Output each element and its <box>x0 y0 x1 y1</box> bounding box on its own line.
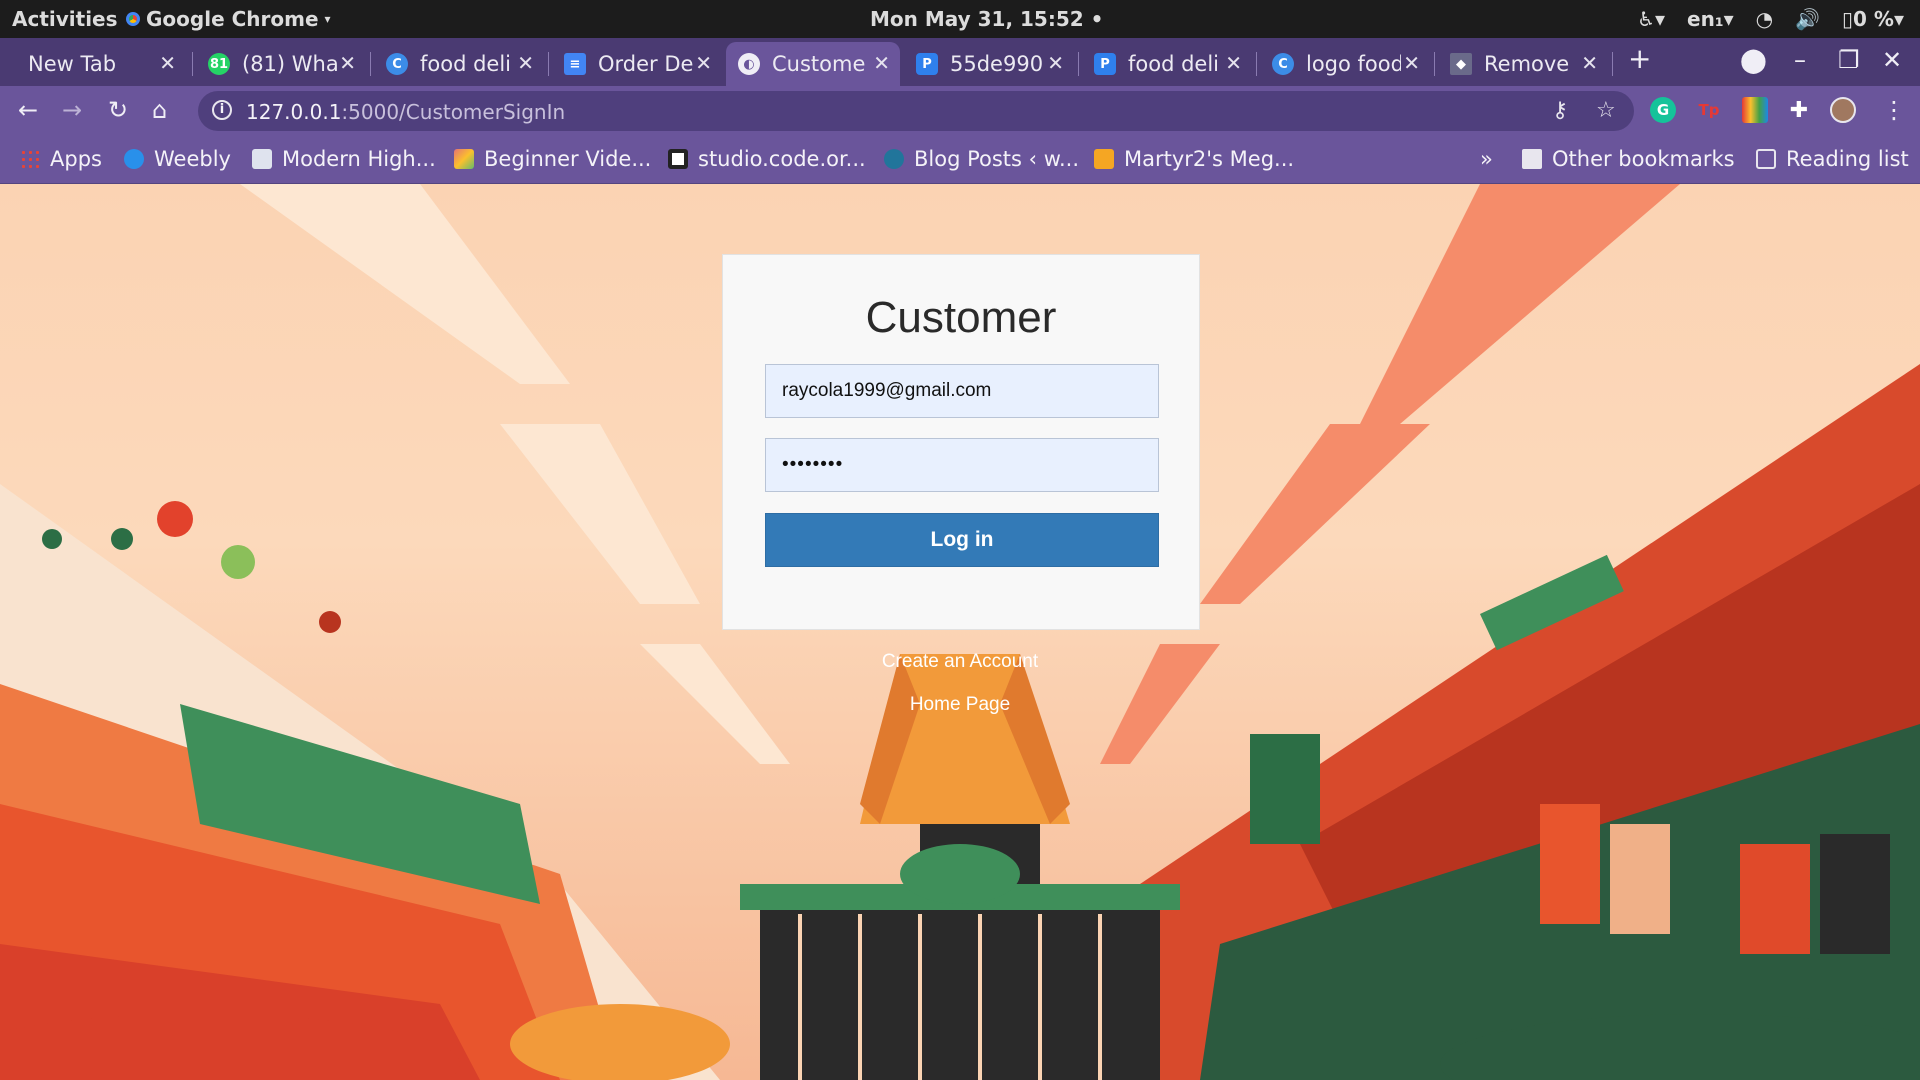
docs-icon: ≡ <box>564 53 586 75</box>
profile-avatar[interactable] <box>1830 97 1856 123</box>
close-icon[interactable]: ✕ <box>695 51 712 75</box>
apps-grid-icon <box>20 149 40 169</box>
activities-button[interactable]: Activities <box>12 7 118 31</box>
clock[interactable]: Mon May 31, 15:52 • <box>870 7 1103 31</box>
system-tray[interactable]: ♿▾ en₁▾ ◔ 🔊 ▯0 %▾ <box>1637 7 1904 31</box>
url-text[interactable]: 127.0.0.1:5000/CustomerSignIn <box>246 100 565 124</box>
close-icon[interactable]: ✕ <box>873 51 890 75</box>
tab-title: (81) What <box>242 52 337 76</box>
tab-food-delivery-p[interactable]: P food deli ✕ <box>1082 42 1252 86</box>
minimize-icon[interactable]: – <box>1794 46 1806 74</box>
tab-strip: New Tab ✕ 81 (81) What ✕ C food deli ✕ ≡… <box>0 38 1920 86</box>
reading-list[interactable]: Reading list <box>1756 147 1909 171</box>
canva-icon: C <box>386 53 408 75</box>
home-icon[interactable]: ⌂ <box>152 96 167 124</box>
address-bar[interactable]: i 127.0.0.1:5000/CustomerSignIn ⚷ ☆ <box>198 91 1634 131</box>
system-top-bar: Activities Google Chrome ▾ Mon May 31, 1… <box>0 0 1920 38</box>
close-icon[interactable]: ✕ <box>1047 51 1064 75</box>
extensions-puzzle-icon[interactable]: ✚ <box>1786 97 1812 123</box>
close-icon[interactable]: ✕ <box>1581 51 1598 75</box>
tab-order-doc[interactable]: ≡ Order De ✕ <box>552 42 722 86</box>
bookmark-martyr2[interactable]: Martyr2's Meg... <box>1094 147 1294 171</box>
tab-title: New Tab <box>28 52 117 76</box>
home-page-link[interactable]: Home Page <box>760 694 1160 716</box>
reading-list-icon <box>1756 149 1776 169</box>
whatsapp-icon: 81 <box>208 53 230 75</box>
tab-logo-food[interactable]: C logo food ✕ <box>1260 42 1430 86</box>
menu-kebab-icon[interactable]: ⋮ <box>1882 96 1906 124</box>
battery-status[interactable]: ▯0 %▾ <box>1842 7 1904 31</box>
maximize-icon[interactable]: ❐ <box>1838 46 1860 74</box>
app-name: Google Chrome <box>146 7 319 31</box>
bookmark-modern-high[interactable]: Modern High... <box>252 147 436 171</box>
tab-title: Order De <box>598 52 693 76</box>
other-bookmarks[interactable]: Other bookmarks <box>1522 147 1735 171</box>
info-icon[interactable]: i <box>212 100 232 120</box>
tab-title: food deli <box>1128 52 1220 76</box>
bookmark-beginner-video[interactable]: Beginner Vide... <box>454 147 651 171</box>
login-button[interactable]: Log in <box>765 513 1159 567</box>
bookmark-studio-code[interactable]: studio.code.or... <box>668 147 866 171</box>
chrome-icon <box>126 12 140 26</box>
tab-title: food deli <box>420 52 512 76</box>
tab-title: Custome <box>772 52 866 76</box>
close-icon[interactable]: ✕ <box>1403 51 1420 75</box>
tab-55de990[interactable]: P 55de990 ✕ <box>904 42 1074 86</box>
create-account-link[interactable]: Create an Account <box>760 651 1160 673</box>
close-icon[interactable]: ✕ <box>159 51 176 75</box>
page-title: Customer <box>865 293 1057 342</box>
close-icon[interactable]: ✕ <box>517 51 534 75</box>
forward-arrow-icon[interactable]: → <box>62 96 82 124</box>
new-tab-button[interactable]: + <box>1628 42 1651 75</box>
wordpress-icon <box>884 149 904 169</box>
bookmark-weebly[interactable]: Weebly <box>124 147 231 171</box>
tab-new-tab[interactable]: New Tab ✕ <box>16 42 186 86</box>
bookmark-apps[interactable]: Apps <box>20 147 102 171</box>
close-icon[interactable]: ✕ <box>339 51 356 75</box>
tab-customer-active[interactable]: ◐ Custome ✕ <box>726 42 900 86</box>
tab-title: logo food <box>1306 52 1401 76</box>
bookmarks-bar: Apps Weebly Modern High... Beginner Vide… <box>0 136 1920 184</box>
grammarly-icon[interactable]: G <box>1650 97 1676 123</box>
password-field[interactable]: •••••••• <box>765 438 1159 492</box>
tab-food-delivery-canva[interactable]: C food deli ✕ <box>374 42 544 86</box>
tab-title: 55de990 <box>950 52 1044 76</box>
wifi-icon: ◔ <box>1755 7 1774 31</box>
code-icon <box>668 149 688 169</box>
chevron-down-icon: ▾ <box>324 12 331 26</box>
bookmarks-overflow[interactable]: » <box>1480 147 1493 171</box>
folder-icon <box>1522 149 1542 169</box>
tp-extension-icon[interactable]: Tp <box>1696 97 1722 123</box>
video-icon <box>454 149 474 169</box>
keyboard-layout[interactable]: en₁▾ <box>1687 7 1734 31</box>
tab-whatsapp[interactable]: 81 (81) What ✕ <box>196 42 366 86</box>
volume-icon: 🔊 <box>1795 7 1821 31</box>
email-field[interactable]: raycola1999@gmail.com <box>765 364 1159 418</box>
bookmark-blog-posts[interactable]: Blog Posts ‹ w... <box>884 147 1079 171</box>
remove-icon: ◆ <box>1450 53 1472 75</box>
bookmark-star-icon[interactable]: ☆ <box>1596 98 1616 123</box>
canva-icon: C <box>1272 53 1294 75</box>
app-menu[interactable]: Google Chrome ▾ <box>126 7 331 31</box>
globe-icon: ◐ <box>738 53 760 75</box>
back-arrow-icon[interactable]: ← <box>18 96 38 124</box>
accessibility-icon[interactable]: ♿▾ <box>1637 7 1665 31</box>
color-extension-icon[interactable] <box>1742 97 1768 123</box>
key-icon[interactable]: ⚷ <box>1552 98 1568 123</box>
reload-icon[interactable]: ↻ <box>108 96 128 124</box>
page-viewport: Customer raycola1999@gmail.com •••••••• … <box>0 184 1920 1080</box>
tab-search-icon[interactable]: ⬤ <box>1740 46 1767 74</box>
page-icon <box>252 149 272 169</box>
p-icon: P <box>1094 53 1116 75</box>
tab-title: Remove <box>1484 52 1570 76</box>
close-window-icon[interactable]: ✕ <box>1882 46 1902 74</box>
browser-toolbar: ← → ↻ ⌂ i 127.0.0.1:5000/CustomerSignIn … <box>0 86 1920 136</box>
d-icon <box>1094 149 1114 169</box>
weebly-icon <box>124 149 144 169</box>
p-icon: P <box>916 53 938 75</box>
login-card: Customer raycola1999@gmail.com •••••••• … <box>722 254 1200 630</box>
tab-remove[interactable]: ◆ Remove ✕ <box>1438 42 1608 86</box>
close-icon[interactable]: ✕ <box>1225 51 1242 75</box>
